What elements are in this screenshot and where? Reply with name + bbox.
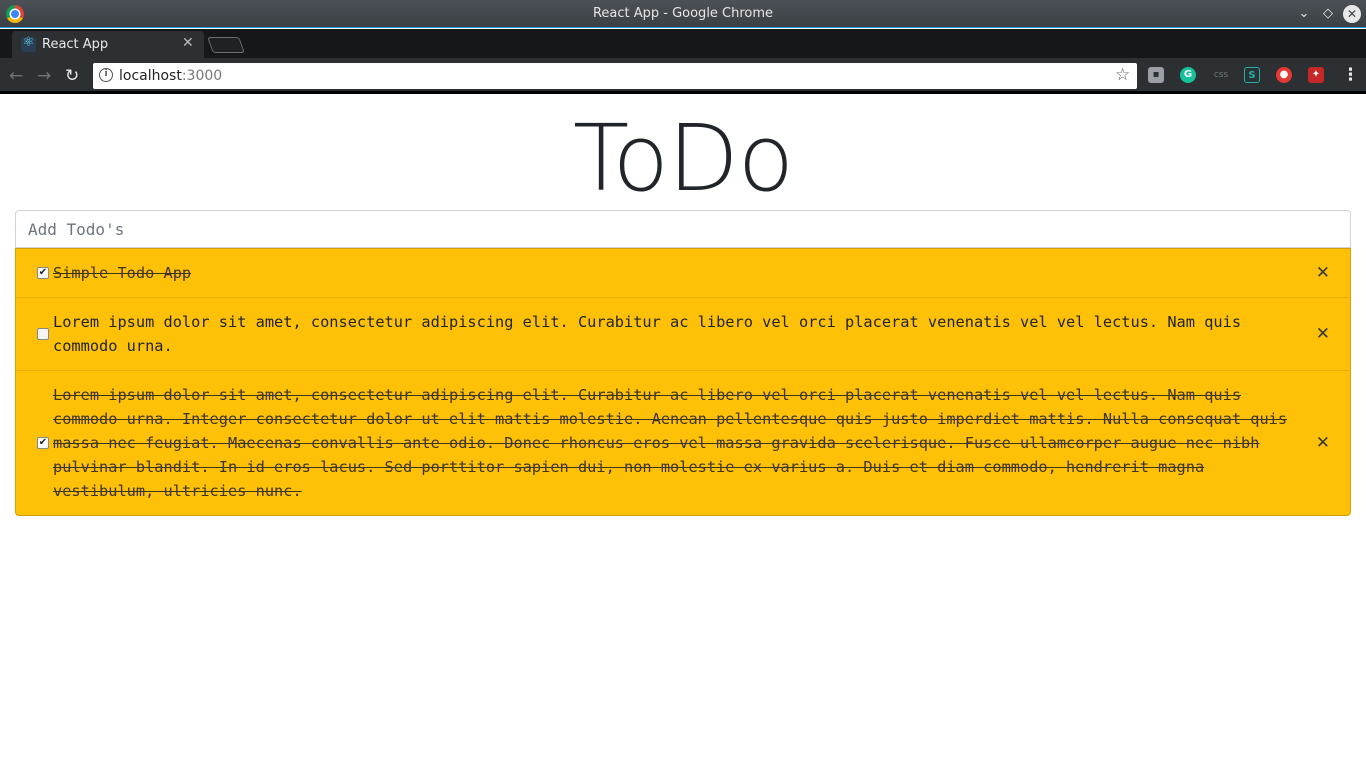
address-bar[interactable]: i localhost:3000 ☆ [93,63,1137,89]
browser-toolbar: ← → ↻ i localhost:3000 ☆ ▪ G css S ● ✦ ⋮ [0,58,1366,94]
minimize-icon[interactable]: ⌄ [1295,5,1313,23]
add-todo-input[interactable] [15,210,1351,248]
url-text[interactable]: localhost:3000 [119,68,222,84]
delete-icon[interactable]: ✕ [1316,263,1330,283]
tab-strip: React App ✕ [0,29,1366,79]
delete-icon[interactable]: ✕ [1316,324,1330,344]
todo-item: ✔ Simple Todo App ✕ [16,249,1350,297]
todo-text: Lorem ipsum dolor sit amet, consectetur … [53,386,1288,500]
bookmark-star-icon[interactable]: ☆ [1115,65,1130,85]
react-icon [21,37,36,52]
css-extension-icon[interactable]: css [1210,67,1232,83]
reload-icon[interactable]: ↻ [65,66,79,86]
todo-checkbox[interactable] [37,328,49,340]
back-arrow-icon[interactable]: ← [9,66,23,86]
grammarly-icon[interactable]: G [1180,67,1196,83]
window-title: React App - Google Chrome [592,6,774,21]
delete-icon[interactable]: ✕ [1316,433,1330,453]
tab-react-app[interactable]: React App ✕ [12,31,204,58]
todo-list: ✔ Simple Todo App ✕ Lorem ipsum dolor si… [15,248,1351,516]
todo-checkbox[interactable]: ✔ [37,267,49,279]
close-window-icon[interactable]: ✕ [1343,5,1361,23]
new-tab-button[interactable] [207,37,245,53]
window-titlebar: React App - Google Chrome ⌄ ◇ ✕ [0,0,1366,28]
todo-text: Lorem ipsum dolor sit amet, consectetur … [53,313,1242,355]
tab-title: React App [42,37,109,52]
info-icon[interactable]: i [99,68,113,82]
forward-arrow-icon[interactable]: → [37,66,51,86]
todo-item: ✔ Lorem ipsum dolor sit amet, consectetu… [16,370,1350,515]
url-host: localhost [119,68,182,84]
todo-checkbox[interactable]: ✔ [37,437,49,449]
puzzle-extension-icon[interactable]: ✦ [1308,67,1324,83]
extension-icon[interactable]: ▪ [1148,67,1164,83]
url-port: :3000 [181,68,223,84]
tab-close-icon[interactable]: ✕ [182,35,194,51]
maximize-icon[interactable]: ◇ [1319,5,1337,23]
s-extension-icon[interactable]: S [1244,67,1260,83]
kebab-menu-icon[interactable]: ⋮ [1342,65,1359,85]
page-content: ToDo ✔ Simple Todo App ✕ Lorem ipsum dol… [0,97,1366,768]
todo-item: Lorem ipsum dolor sit amet, consectetur … [16,297,1350,370]
todo-text: Simple Todo App [53,264,192,282]
ublock-icon[interactable]: ● [1276,67,1292,83]
page-title: ToDo [573,105,794,212]
